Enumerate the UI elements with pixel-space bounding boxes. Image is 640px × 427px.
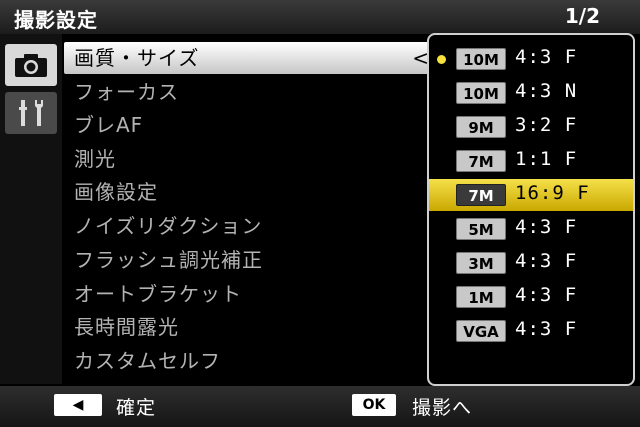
menu-item-auto-bracket[interactable]: オートブラケット <box>64 278 442 310</box>
option-10m-43n[interactable]: 10M 4:3 N <box>429 77 633 109</box>
ratio-label: 4:3 F <box>515 216 578 238</box>
tab-camera[interactable] <box>5 44 57 86</box>
size-badge: 3M <box>456 252 506 274</box>
size-options-panel: 10M 4:3 F 10M 4:3 N 9M 3:2 F 7M 1:1 F 7M… <box>427 33 635 386</box>
option-10m-43f[interactable]: 10M 4:3 F <box>429 43 633 75</box>
back-key-icon[interactable]: ◀ <box>54 394 102 416</box>
camera-icon <box>15 54 47 77</box>
size-badge: VGA <box>456 320 506 342</box>
size-badge: 7M <box>456 150 506 172</box>
menu-item-label: 画質・サイズ <box>74 46 200 70</box>
ratio-label: 16:9 F <box>515 182 590 204</box>
menu-item-custom-self[interactable]: カスタムセルフ <box>64 345 442 377</box>
ratio-label: 4:3 F <box>515 46 578 68</box>
menu-item-long-exposure[interactable]: 長時間露光 <box>64 311 442 343</box>
current-setting-dot-icon <box>437 55 446 64</box>
tab-settings[interactable] <box>5 92 57 134</box>
menu-item-image-quality-size[interactable]: 画質・サイズ < <box>64 42 442 74</box>
page-indicator: 1/2 <box>564 4 600 28</box>
ratio-label: 4:3 F <box>515 250 578 272</box>
option-vga-43f[interactable]: VGA 4:3 F <box>429 315 633 347</box>
menu-item-flash-compensation[interactable]: フラッシュ調光補正 <box>64 244 442 276</box>
header-bar: 撮影設定 1/2 <box>0 0 640 34</box>
ratio-label: 3:2 F <box>515 114 578 136</box>
settings-menu: 画質・サイズ < フォーカス ブレAF 測光 画像設定 ノイズリダクション フラ… <box>62 40 442 384</box>
menu-item-shake-af[interactable]: ブレAF <box>64 109 442 141</box>
ratio-label: 4:3 N <box>515 80 578 102</box>
option-7m-11f[interactable]: 7M 1:1 F <box>429 145 633 177</box>
ratio-label: 4:3 F <box>515 284 578 306</box>
go-to-shooting-label: 撮影へ <box>412 397 473 419</box>
menu-item-focus[interactable]: フォーカス <box>64 76 442 108</box>
ratio-label: 4:3 F <box>515 318 578 340</box>
option-5m-43f[interactable]: 5M 4:3 F <box>429 213 633 245</box>
size-badge: 10M <box>456 82 506 104</box>
option-7m-169f[interactable]: 7M 16:9 F <box>429 179 633 211</box>
menu-item-noise-reduction[interactable]: ノイズリダクション <box>64 210 442 242</box>
menu-item-metering[interactable]: 測光 <box>64 143 442 175</box>
footer-bar: ◀ 確定 OK 撮影へ <box>0 386 640 427</box>
confirm-label: 確定 <box>116 397 157 419</box>
size-badge: 7M <box>456 184 506 206</box>
option-3m-43f[interactable]: 3M 4:3 F <box>429 247 633 279</box>
size-badge: 5M <box>456 218 506 240</box>
ratio-label: 1:1 F <box>515 148 578 170</box>
page-title: 撮影設定 <box>14 8 98 32</box>
size-badge: 1M <box>456 286 506 308</box>
menu-item-image-settings[interactable]: 画像設定 <box>64 176 442 208</box>
ok-key-icon[interactable]: OK <box>352 394 396 416</box>
size-badge: 9M <box>456 116 506 138</box>
option-1m-43f[interactable]: 1M 4:3 F <box>429 281 633 313</box>
tab-column <box>0 34 62 384</box>
option-9m-32f[interactable]: 9M 3:2 F <box>429 111 633 143</box>
wrench-screwdriver-icon <box>19 100 43 126</box>
size-badge: 10M <box>456 48 506 70</box>
